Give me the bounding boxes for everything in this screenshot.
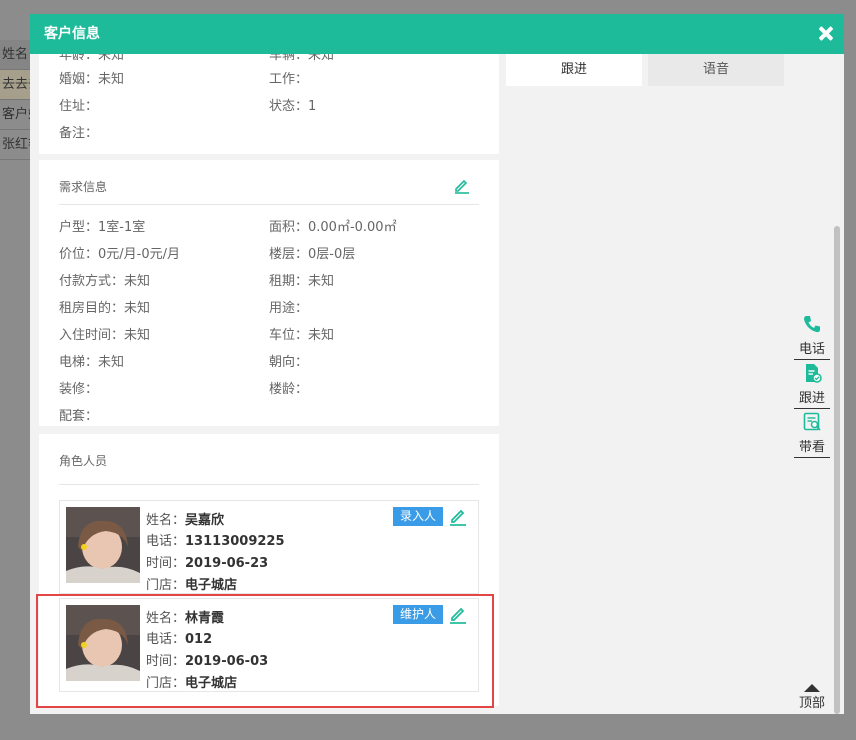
- phone-label: 电话：: [146, 534, 186, 549]
- move-in-field: 入住时间：未知: [59, 328, 151, 343]
- divider: [59, 204, 479, 205]
- back-to-top-button[interactable]: 顶部: [794, 684, 830, 714]
- follow-tabs: 跟进 语音: [506, 54, 786, 86]
- role-person-card: 姓名：吴嘉欣 电话：13113009225 时间：2019-06-23 门店：电…: [59, 500, 479, 594]
- building-age-field: 楼龄：: [269, 382, 309, 397]
- sidebar-item-phone[interactable]: 电话: [794, 312, 830, 360]
- vehicle-field: 车辆：未知: [269, 54, 335, 63]
- area-field: 面积：0.00㎡-0.00㎡: [269, 220, 397, 235]
- parking-field: 车位：未知: [269, 328, 335, 343]
- viewing-icon: [803, 412, 821, 431]
- store-label: 门店：: [146, 578, 186, 593]
- arrow-up-icon: [804, 684, 820, 692]
- time-value: 2019-06-23: [185, 556, 269, 571]
- address-field: 住址：: [59, 99, 99, 114]
- sidebar-item-viewing[interactable]: 带看: [794, 410, 830, 458]
- payment-field: 付款方式：未知: [59, 274, 151, 289]
- scrollbar-track[interactable]: [832, 58, 842, 714]
- lease-term-field: 租期：未知: [269, 274, 335, 289]
- avatar: [66, 507, 140, 583]
- edit-icon[interactable]: [448, 506, 468, 526]
- name-label: 姓名：: [146, 513, 186, 528]
- close-icon[interactable]: [816, 24, 836, 44]
- demand-info-title: 需求信息: [59, 180, 108, 194]
- demand-info-card: 需求信息 户型：1室-1室 面积：0.00㎡-0.00㎡ 价位：0元/月-0元/…: [39, 160, 499, 426]
- purpose-field: 租房目的：未知: [59, 301, 151, 316]
- divider: [59, 484, 479, 485]
- floor-field: 楼层：0层-0层: [269, 247, 356, 262]
- sidebar-item-follow-up[interactable]: 跟进: [794, 361, 830, 409]
- basic-info-card: 年龄：未知 车辆：未知 婚姻：未知 工作： 住址： 状态：1 备注：: [39, 54, 499, 154]
- edit-icon[interactable]: [453, 176, 471, 194]
- elevator-field: 电梯：未知: [59, 355, 125, 370]
- roles-title: 角色人员: [59, 454, 108, 468]
- phone-icon: [804, 316, 820, 333]
- store-value: 电子城店: [185, 578, 238, 593]
- note-field: 备注：: [59, 126, 99, 141]
- price-field: 价位：0元/月-0元/月: [59, 247, 180, 262]
- action-sidebar: 电话 跟进 带看: [794, 54, 830, 714]
- decoration-field: 装修：: [59, 382, 99, 397]
- house-type-field: 户型：1室-1室: [59, 220, 146, 235]
- orientation-field: 朝向：: [269, 355, 309, 370]
- sidebar-item-label: 电话: [798, 342, 825, 357]
- usage-field: 用途：: [269, 301, 309, 316]
- modal-title: 客户信息: [44, 26, 100, 42]
- back-to-top-label: 顶部: [798, 696, 825, 711]
- sidebar-item-label: 跟进: [798, 391, 825, 406]
- marriage-field: 婚姻：未知: [59, 72, 125, 87]
- sidebar-item-label: 带看: [798, 440, 825, 455]
- time-label: 时间：: [146, 556, 186, 571]
- tab-voice[interactable]: 语音: [648, 54, 784, 86]
- modal-header: 客户信息: [30, 14, 844, 54]
- role-badge: 录入人: [393, 507, 443, 526]
- job-field: 工作：: [269, 72, 309, 87]
- person-store: 门店：电子城店: [146, 574, 237, 593]
- age-field: 年龄：未知: [59, 54, 125, 63]
- person-name: 姓名：吴嘉欣: [146, 509, 224, 528]
- scrollbar-thumb[interactable]: [834, 226, 840, 714]
- phone-value: 13113009225: [185, 534, 285, 549]
- status-field: 状态：1: [269, 99, 317, 114]
- person-phone: 电话：13113009225: [146, 530, 285, 549]
- follow-up-icon: [806, 364, 822, 383]
- tab-follow-up[interactable]: 跟进: [506, 54, 642, 86]
- facilities-field: 配套：: [59, 409, 99, 424]
- highlight-box: [36, 594, 494, 708]
- person-time: 时间：2019-06-23: [146, 552, 268, 571]
- name-value: 吴嘉欣: [185, 513, 225, 528]
